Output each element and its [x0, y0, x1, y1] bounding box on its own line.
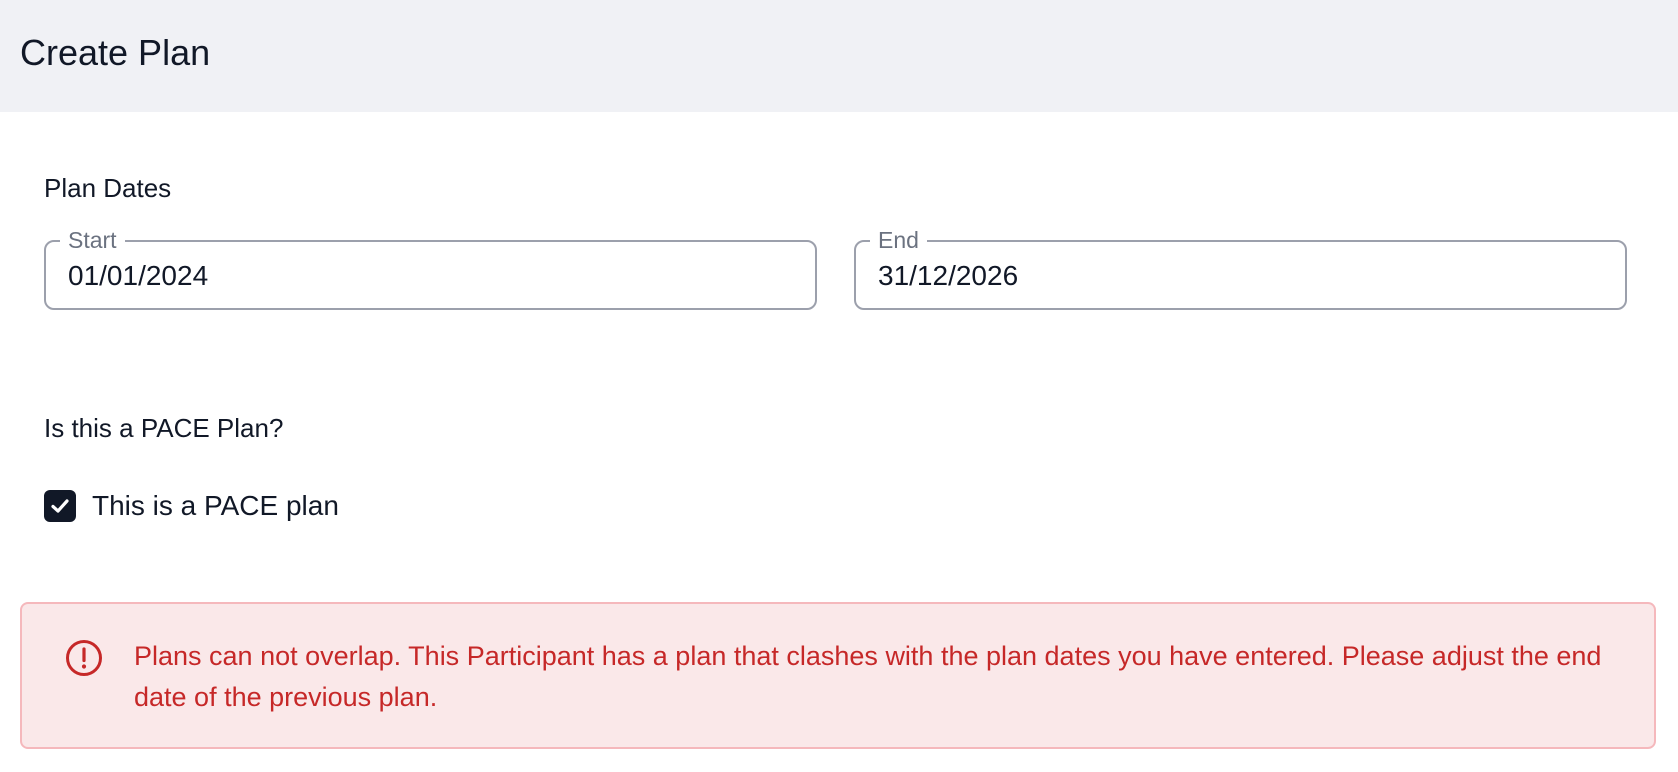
error-alert: Plans can not overlap. This Participant …	[20, 602, 1656, 749]
end-date-label: End	[870, 226, 927, 254]
error-message: Plans can not overlap. This Participant …	[134, 641, 1602, 712]
start-date-input[interactable]	[68, 256, 768, 296]
page-title: Create Plan	[20, 32, 211, 73]
exclamation-circle-icon	[66, 640, 102, 676]
pace-plan-checkbox[interactable]	[44, 490, 76, 522]
end-date-field[interactable]: End	[854, 226, 1627, 310]
start-date-field[interactable]: Start	[44, 226, 817, 310]
pace-plan-option[interactable]: This is a PACE plan	[44, 488, 339, 524]
end-date-input[interactable]	[878, 256, 1578, 296]
pace-plan-heading: Is this a PACE Plan?	[44, 413, 284, 443]
plan-dates-heading: Plan Dates	[44, 173, 172, 203]
pace-plan-checkbox-label[interactable]: This is a PACE plan	[92, 488, 339, 524]
start-date-label: Start	[60, 226, 125, 254]
page-header: Create Plan	[0, 0, 1678, 112]
check-icon	[51, 499, 69, 513]
